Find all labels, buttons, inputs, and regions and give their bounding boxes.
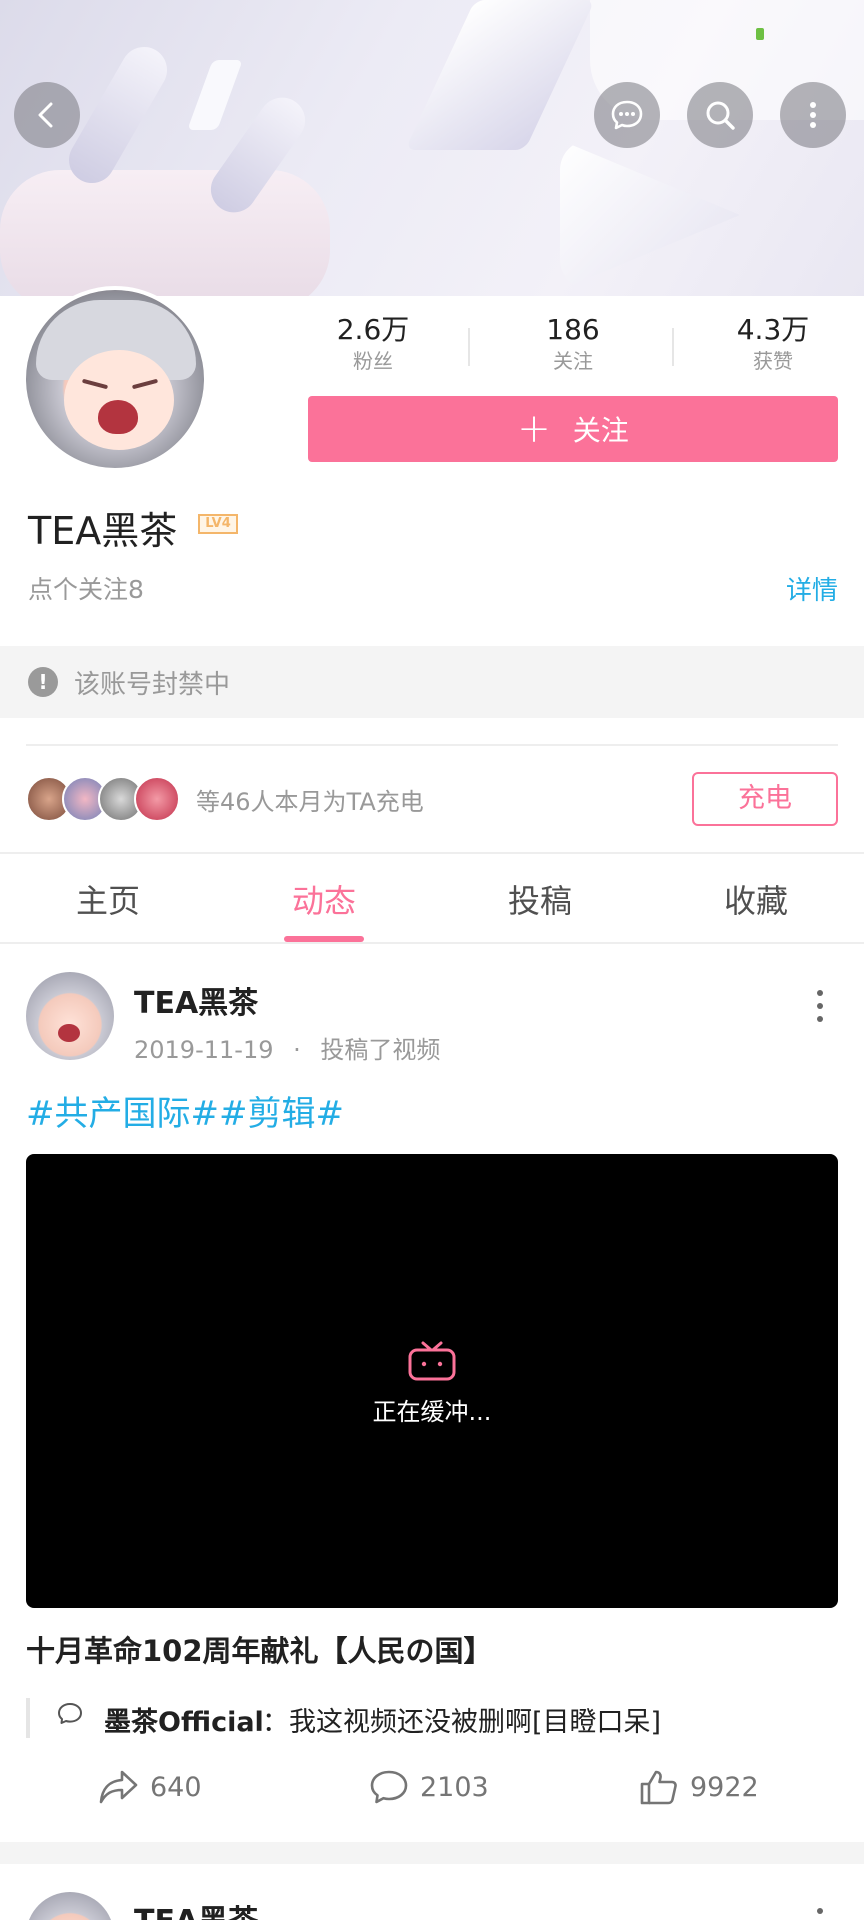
- chat-bubble-icon: [611, 100, 643, 130]
- video-title[interactable]: 十月革命102周年献礼【人民の国】: [26, 1628, 493, 1670]
- warning-icon: !: [28, 667, 58, 697]
- tab-submissions[interactable]: 投稿: [432, 876, 648, 922]
- stat-fans[interactable]: 2.6万 粉丝: [308, 312, 438, 374]
- post-action: 投稿了视频: [320, 1036, 441, 1064]
- more-vertical-icon: [810, 102, 816, 128]
- signature: 点个关注8: [28, 575, 144, 604]
- post-author-avatar[interactable]: [26, 972, 114, 1060]
- divider: [0, 852, 864, 854]
- tab-favorites[interactable]: 收藏: [648, 876, 864, 922]
- username: TEA黑茶: [28, 509, 178, 553]
- stat-label: 粉丝: [353, 349, 393, 373]
- comment-icon: [58, 1703, 82, 1724]
- chevron-left-icon: [38, 102, 53, 128]
- more-button[interactable]: [780, 82, 846, 148]
- search-icon: [706, 101, 735, 130]
- stat-label: 获赞: [753, 349, 793, 373]
- comment-icon: [370, 1770, 408, 1804]
- profile-stats: 2.6万 粉丝 186 关注 4.3万 获赞: [308, 312, 838, 382]
- post-more-button[interactable]: [814, 990, 826, 1030]
- profile-banner: [0, 0, 864, 296]
- stat-value: 2.6万: [336, 313, 410, 346]
- charge-row: 等46人本月为TA充电 充电: [0, 770, 864, 826]
- tab-dynamics[interactable]: 动态: [216, 876, 432, 922]
- divider: [26, 744, 838, 746]
- banned-notice: ! 该账号封禁中: [0, 646, 864, 718]
- comment-text: ：我这视频还没被删啊[目瞪口呆]: [262, 1707, 662, 1738]
- stat-value: 186: [546, 313, 600, 346]
- comment-count: 2103: [420, 1771, 489, 1803]
- divider: [672, 328, 674, 366]
- divider: [468, 328, 470, 366]
- tab-home[interactable]: 主页: [0, 876, 216, 922]
- like-count: 9922: [690, 1771, 759, 1803]
- detail-link[interactable]: 详情: [786, 570, 838, 607]
- back-button[interactable]: [14, 82, 80, 148]
- post-date: 2019-11-19: [134, 1036, 274, 1064]
- tv-icon: [408, 1341, 456, 1381]
- charge-text[interactable]: 等46人本月为TA充电: [196, 782, 424, 817]
- comment-author[interactable]: 墨茶Official: [104, 1700, 264, 1739]
- post-actions: 640 2103 9922: [0, 1768, 864, 1818]
- comment-button[interactable]: 2103: [368, 1768, 489, 1806]
- share-icon: [99, 1770, 138, 1804]
- plus-icon: +: [517, 406, 551, 452]
- post-more-button[interactable]: [814, 1908, 826, 1920]
- follow-button[interactable]: + 关注: [308, 396, 838, 462]
- buffering-text: 正在缓冲...: [372, 1398, 492, 1426]
- stat-label: 关注: [553, 349, 593, 373]
- thumbs-up-icon: [640, 1770, 677, 1805]
- level-badge: LV4: [198, 514, 238, 534]
- post-author-avatar[interactable]: [26, 1892, 114, 1920]
- profile-avatar[interactable]: [22, 286, 208, 472]
- share-button[interactable]: 640: [98, 1768, 202, 1806]
- stat-value: 4.3万: [736, 313, 810, 346]
- profile-tabs: 主页 动态 投稿 收藏: [0, 856, 864, 942]
- banned-text: 该账号封禁中: [74, 669, 231, 700]
- message-button[interactable]: [594, 82, 660, 148]
- post-tags[interactable]: #共产国际##剪辑#: [26, 1086, 344, 1135]
- featured-comment[interactable]: 墨茶Official ：我这视频还没被删啊[目瞪口呆]: [26, 1698, 838, 1738]
- stat-following[interactable]: 186 关注: [508, 312, 638, 374]
- charge-button[interactable]: 充电: [692, 772, 838, 826]
- post-separator: [0, 1842, 864, 1864]
- like-button[interactable]: 9922: [638, 1768, 759, 1806]
- search-button[interactable]: [687, 82, 753, 148]
- video-player[interactable]: 正在缓冲...: [26, 1154, 838, 1608]
- divider: [0, 942, 864, 944]
- stat-likes[interactable]: 4.3万 获赞: [708, 312, 838, 374]
- post-author-name[interactable]: TEA黑茶: [134, 1896, 258, 1920]
- meta-separator: ·: [293, 1036, 301, 1064]
- share-count: 640: [150, 1771, 202, 1803]
- battery-indicator: [756, 28, 764, 40]
- post-author-name[interactable]: TEA黑茶: [134, 978, 258, 1022]
- supporter-avatar[interactable]: [134, 776, 180, 822]
- follow-button-label: 关注: [572, 414, 629, 447]
- post-meta: 2019-11-19 · 投稿了视频: [134, 1030, 440, 1065]
